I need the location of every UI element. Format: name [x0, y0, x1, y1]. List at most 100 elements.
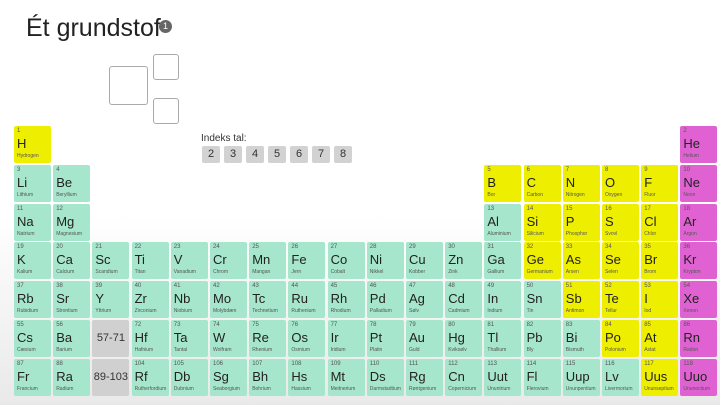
element-ba[interactable]: 56 Ba Barium: [53, 320, 91, 357]
element-y[interactable]: 39 Y Yttrium: [92, 281, 130, 319]
element-sc[interactable]: 21 Sc Scandium: [92, 242, 130, 280]
info-badge[interactable]: 1: [159, 20, 172, 33]
element-ni[interactable]: 28 Ni Nikkel: [366, 242, 404, 280]
element-v[interactable]: 23 V Vanadium: [170, 242, 208, 280]
element-bi[interactable]: 83 Bi Bismuth: [562, 320, 600, 357]
element-cn[interactable]: 112 Cn Copernicium: [445, 358, 483, 396]
element-o[interactable]: 8 O Oxygen: [602, 164, 639, 202]
element-rf[interactable]: 104 Rf Rutherfordium: [131, 358, 169, 396]
element-xe[interactable]: 54 Xe Xenon: [680, 281, 718, 319]
element-os[interactable]: 76 Os Osmium: [288, 320, 326, 357]
element-pb[interactable]: 82 Pb Bly: [523, 320, 561, 357]
element-lv[interactable]: 116 Lv Livermorium: [602, 358, 639, 396]
element-te[interactable]: 52 Te Tellur: [602, 281, 639, 319]
element-f[interactable]: 9 F Fluor: [641, 164, 679, 202]
element-p[interactable]: 15 P Phosphor: [562, 203, 600, 241]
element-si[interactable]: 14 Si Silicium: [523, 203, 561, 241]
element-re[interactable]: 75 Re Rhenium: [249, 320, 287, 357]
element-c[interactable]: 6 C Carbon: [523, 164, 561, 202]
element-uuo[interactable]: 118 Uuo Ununoctium: [680, 358, 718, 396]
element-b[interactable]: 5 B Bor: [484, 164, 522, 202]
element-ta[interactable]: 73 Ta Tantal: [170, 320, 208, 357]
element-pd[interactable]: 46 Pd Palladium: [366, 281, 404, 319]
element-fl[interactable]: 114 Fl Flerovium: [523, 358, 561, 396]
element-hf[interactable]: 72 Hf Hafnium: [131, 320, 169, 357]
element-as[interactable]: 33 As Arsen: [562, 242, 600, 280]
element-sg[interactable]: 106 Sg Seaborgium: [210, 358, 247, 396]
index-button-5[interactable]: 5: [268, 146, 286, 163]
actinide-range[interactable]: 89-103: [92, 358, 130, 396]
element-bh[interactable]: 107 Bh Bohrium: [249, 358, 287, 396]
element-pt[interactable]: 78 Pt Platin: [366, 320, 404, 357]
element-ag[interactable]: 47 Ag Sølv: [406, 281, 443, 319]
element-mn[interactable]: 25 Mn Mangan: [249, 242, 287, 280]
element-cl[interactable]: 17 Cl Chlor: [641, 203, 679, 241]
element-ar[interactable]: 18 Ar Argon: [680, 203, 718, 241]
element-cu[interactable]: 29 Cu Kobber: [406, 242, 443, 280]
element-kr[interactable]: 36 Kr Krypton: [680, 242, 718, 280]
element-i[interactable]: 53 I Iod: [641, 281, 679, 319]
index-button-2[interactable]: 2: [202, 146, 220, 163]
element-fr[interactable]: 87 Fr Francium: [14, 358, 51, 396]
element-hs[interactable]: 108 Hs Hassium: [288, 358, 326, 396]
element-cd[interactable]: 48 Cd Cadmium: [445, 281, 483, 319]
element-zr[interactable]: 40 Zr Zirconium: [131, 281, 169, 319]
element-fe[interactable]: 26 Fe Jern: [288, 242, 326, 280]
element-h[interactable]: 1 H Hydrogen: [14, 126, 51, 163]
element-mo[interactable]: 42 Mo Molybdæn: [210, 281, 247, 319]
index-button-3[interactable]: 3: [224, 146, 242, 163]
answer-slot-large[interactable]: [109, 66, 148, 105]
element-po[interactable]: 84 Po Polonium: [602, 320, 639, 357]
element-ca[interactable]: 20 Ca Calcium: [53, 242, 91, 280]
index-button-8[interactable]: 8: [334, 146, 352, 163]
element-cr[interactable]: 24 Cr Chrom: [210, 242, 247, 280]
answer-slot-top[interactable]: [153, 54, 179, 80]
element-sr[interactable]: 38 Sr Strontium: [53, 281, 91, 319]
element-ru[interactable]: 44 Ru Ruthenium: [288, 281, 326, 319]
element-sn[interactable]: 50 Sn Tin: [523, 281, 561, 319]
element-br[interactable]: 35 Br Brom: [641, 242, 679, 280]
element-ir[interactable]: 77 Ir Iridium: [327, 320, 365, 357]
element-co[interactable]: 27 Co Cobalt: [327, 242, 365, 280]
element-mg[interactable]: 12 Mg Magnesium: [53, 203, 91, 241]
element-tl[interactable]: 81 Tl Thallium: [484, 320, 522, 357]
element-nb[interactable]: 41 Nb Niobium: [170, 281, 208, 319]
element-tc[interactable]: 43 Tc Technetium: [249, 281, 287, 319]
element-n[interactable]: 7 N Nitrogen: [562, 164, 600, 202]
element-hg[interactable]: 80 Hg Kviksølv: [445, 320, 483, 357]
element-rg[interactable]: 111 Rg Røntgenium: [406, 358, 443, 396]
element-rh[interactable]: 45 Rh Rhodium: [327, 281, 365, 319]
element-li[interactable]: 3 Li Lithium: [14, 164, 51, 202]
element-ne[interactable]: 10 Ne Neon: [680, 164, 718, 202]
element-w[interactable]: 74 W Wolfram: [210, 320, 247, 357]
element-uut[interactable]: 113 Uut Ununtrium: [484, 358, 522, 396]
element-k[interactable]: 19 K Kalium: [14, 242, 51, 280]
element-s[interactable]: 16 S Svovl: [602, 203, 639, 241]
element-ds[interactable]: 110 Ds Darmstadtium: [366, 358, 404, 396]
element-na[interactable]: 11 Na Natrium: [14, 203, 51, 241]
element-au[interactable]: 79 Au Guld: [406, 320, 443, 357]
answer-slot-bottom[interactable]: [153, 98, 179, 124]
lanthanide-range[interactable]: 57-71: [92, 320, 130, 357]
index-button-7[interactable]: 7: [312, 146, 330, 163]
element-zn[interactable]: 30 Zn Zink: [445, 242, 483, 280]
element-rb[interactable]: 37 Rb Rubidium: [14, 281, 51, 319]
element-uus[interactable]: 117 Uus Ununseptium: [641, 358, 679, 396]
element-ga[interactable]: 31 Ga Gallium: [484, 242, 522, 280]
element-se[interactable]: 34 Se Selen: [602, 242, 639, 280]
element-uup[interactable]: 115 Uup Ununpentium: [562, 358, 600, 396]
index-button-4[interactable]: 4: [246, 146, 264, 163]
element-mt[interactable]: 109 Mt Meitnerium: [327, 358, 365, 396]
element-cs[interactable]: 55 Cs Cæsium: [14, 320, 51, 357]
element-db[interactable]: 105 Db Dubnium: [170, 358, 208, 396]
element-ra[interactable]: 88 Ra Radium: [53, 358, 91, 396]
element-he[interactable]: 2 He Helium: [680, 126, 718, 163]
element-in[interactable]: 49 In Indium: [484, 281, 522, 319]
element-be[interactable]: 4 Be Beryllium: [53, 164, 91, 202]
element-rn[interactable]: 86 Rn Radon: [680, 320, 718, 357]
element-at[interactable]: 85 At Astat: [641, 320, 679, 357]
element-sb[interactable]: 51 Sb Antimon: [562, 281, 600, 319]
index-button-6[interactable]: 6: [290, 146, 308, 163]
element-al[interactable]: 13 Al Aluminium: [484, 203, 522, 241]
element-ti[interactable]: 22 Ti Titan: [131, 242, 169, 280]
